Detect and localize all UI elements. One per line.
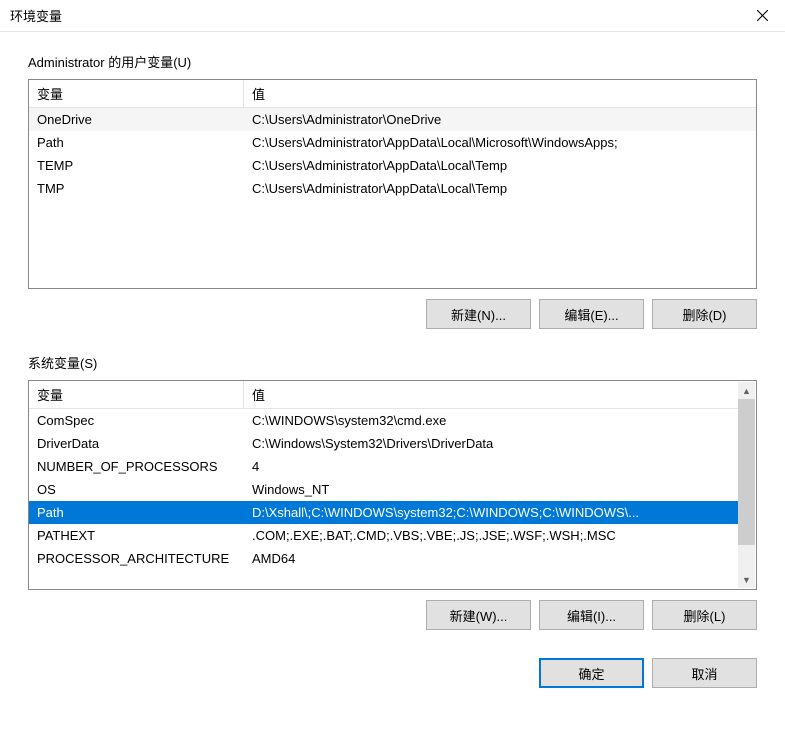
column-header-variable[interactable]: 变量 (29, 381, 244, 408)
ok-button[interactable]: 确定 (539, 658, 644, 688)
var-name-cell: OneDrive (29, 108, 244, 131)
var-value-cell: C:\Users\Administrator\OneDrive (244, 108, 756, 131)
user-vars-label: Administrator 的用户变量(U) (28, 52, 757, 71)
var-name-cell: DriverData (29, 432, 244, 455)
var-value-cell: C:\Users\Administrator\AppData\Local\Mic… (244, 131, 756, 154)
table-row[interactable]: OneDriveC:\Users\Administrator\OneDrive (29, 108, 756, 131)
var-name-cell: NUMBER_OF_PROCESSORS (29, 455, 244, 478)
system-vars-label: 系统变量(S) (28, 353, 757, 372)
close-button[interactable] (739, 0, 785, 32)
column-header-value[interactable]: 值 (244, 80, 756, 107)
system-vars-listbox[interactable]: 变量 值 ComSpecC:\WINDOWS\system32\cmd.exeD… (28, 380, 757, 590)
user-buttons-row: 新建(N)... 编辑(E)... 删除(D) (28, 299, 757, 329)
var-name-cell: PATHEXT (29, 524, 244, 547)
titlebar: 环境变量 (0, 0, 785, 32)
table-row[interactable]: ComSpecC:\WINDOWS\system32\cmd.exe (29, 409, 739, 432)
user-new-button[interactable]: 新建(N)... (426, 299, 531, 329)
column-header-value[interactable]: 值 (244, 381, 739, 408)
var-value-cell: C:\WINDOWS\system32\cmd.exe (244, 409, 739, 432)
scroll-thumb[interactable] (738, 399, 755, 545)
table-row[interactable]: PathD:\Xshall\;C:\WINDOWS\system32;C:\WI… (29, 501, 739, 524)
scroll-track[interactable] (738, 399, 755, 571)
scroll-up-arrow-icon[interactable]: ▲ (738, 382, 755, 399)
var-value-cell: C:\Users\Administrator\AppData\Local\Tem… (244, 154, 756, 177)
column-header-variable[interactable]: 变量 (29, 80, 244, 107)
cancel-button[interactable]: 取消 (652, 658, 757, 688)
var-value-cell: 4 (244, 455, 739, 478)
scrollbar[interactable]: ▲ ▼ (738, 382, 755, 588)
user-delete-button[interactable]: 删除(D) (652, 299, 757, 329)
table-row[interactable]: NUMBER_OF_PROCESSORS4 (29, 455, 739, 478)
var-value-cell: AMD64 (244, 547, 739, 570)
system-vars-body: ComSpecC:\WINDOWS\system32\cmd.exeDriver… (29, 409, 739, 590)
table-row[interactable]: OSWindows_NT (29, 478, 739, 501)
list-header: 变量 值 (29, 381, 739, 409)
var-value-cell: D:\Xshall\;C:\WINDOWS\system32;C:\WINDOW… (244, 501, 739, 524)
table-row[interactable]: PROCESSOR_ARCHITECTUREAMD64 (29, 547, 739, 570)
var-value-cell: C:\Windows\System32\Drivers\DriverData (244, 432, 739, 455)
table-row[interactable]: DriverDataC:\Windows\System32\Drivers\Dr… (29, 432, 739, 455)
dialog-content: Administrator 的用户变量(U) 变量 值 OneDriveC:\U… (0, 32, 785, 644)
system-buttons-row: 新建(W)... 编辑(I)... 删除(L) (28, 600, 757, 630)
var-name-cell: TEMP (29, 154, 244, 177)
user-edit-button[interactable]: 编辑(E)... (539, 299, 644, 329)
var-name-cell: ComSpec (29, 409, 244, 432)
system-new-button[interactable]: 新建(W)... (426, 600, 531, 630)
var-name-cell: Path (29, 131, 244, 154)
var-value-cell: Windows_NT (244, 478, 739, 501)
var-name-cell: Path (29, 501, 244, 524)
var-name-cell: TMP (29, 177, 244, 200)
scroll-down-arrow-icon[interactable]: ▼ (738, 571, 755, 588)
dialog-buttons: 确定 取消 (0, 644, 785, 702)
var-name-cell: OS (29, 478, 244, 501)
user-vars-body: OneDriveC:\Users\Administrator\OneDriveP… (29, 108, 756, 289)
var-name-cell: PROCESSOR_ARCHITECTURE (29, 547, 244, 570)
user-vars-listbox[interactable]: 变量 值 OneDriveC:\Users\Administrator\OneD… (28, 79, 757, 289)
var-value-cell: .COM;.EXE;.BAT;.CMD;.VBS;.VBE;.JS;.JSE;.… (244, 524, 739, 547)
system-edit-button[interactable]: 编辑(I)... (539, 600, 644, 630)
table-row[interactable]: PathC:\Users\Administrator\AppData\Local… (29, 131, 756, 154)
table-row[interactable]: PATHEXT.COM;.EXE;.BAT;.CMD;.VBS;.VBE;.JS… (29, 524, 739, 547)
var-value-cell: C:\Users\Administrator\AppData\Local\Tem… (244, 177, 756, 200)
table-row[interactable]: TEMPC:\Users\Administrator\AppData\Local… (29, 154, 756, 177)
list-header: 变量 值 (29, 80, 756, 108)
close-icon (757, 10, 768, 21)
table-row[interactable]: TMPC:\Users\Administrator\AppData\Local\… (29, 177, 756, 200)
window-title: 环境变量 (10, 6, 62, 25)
system-delete-button[interactable]: 删除(L) (652, 600, 757, 630)
